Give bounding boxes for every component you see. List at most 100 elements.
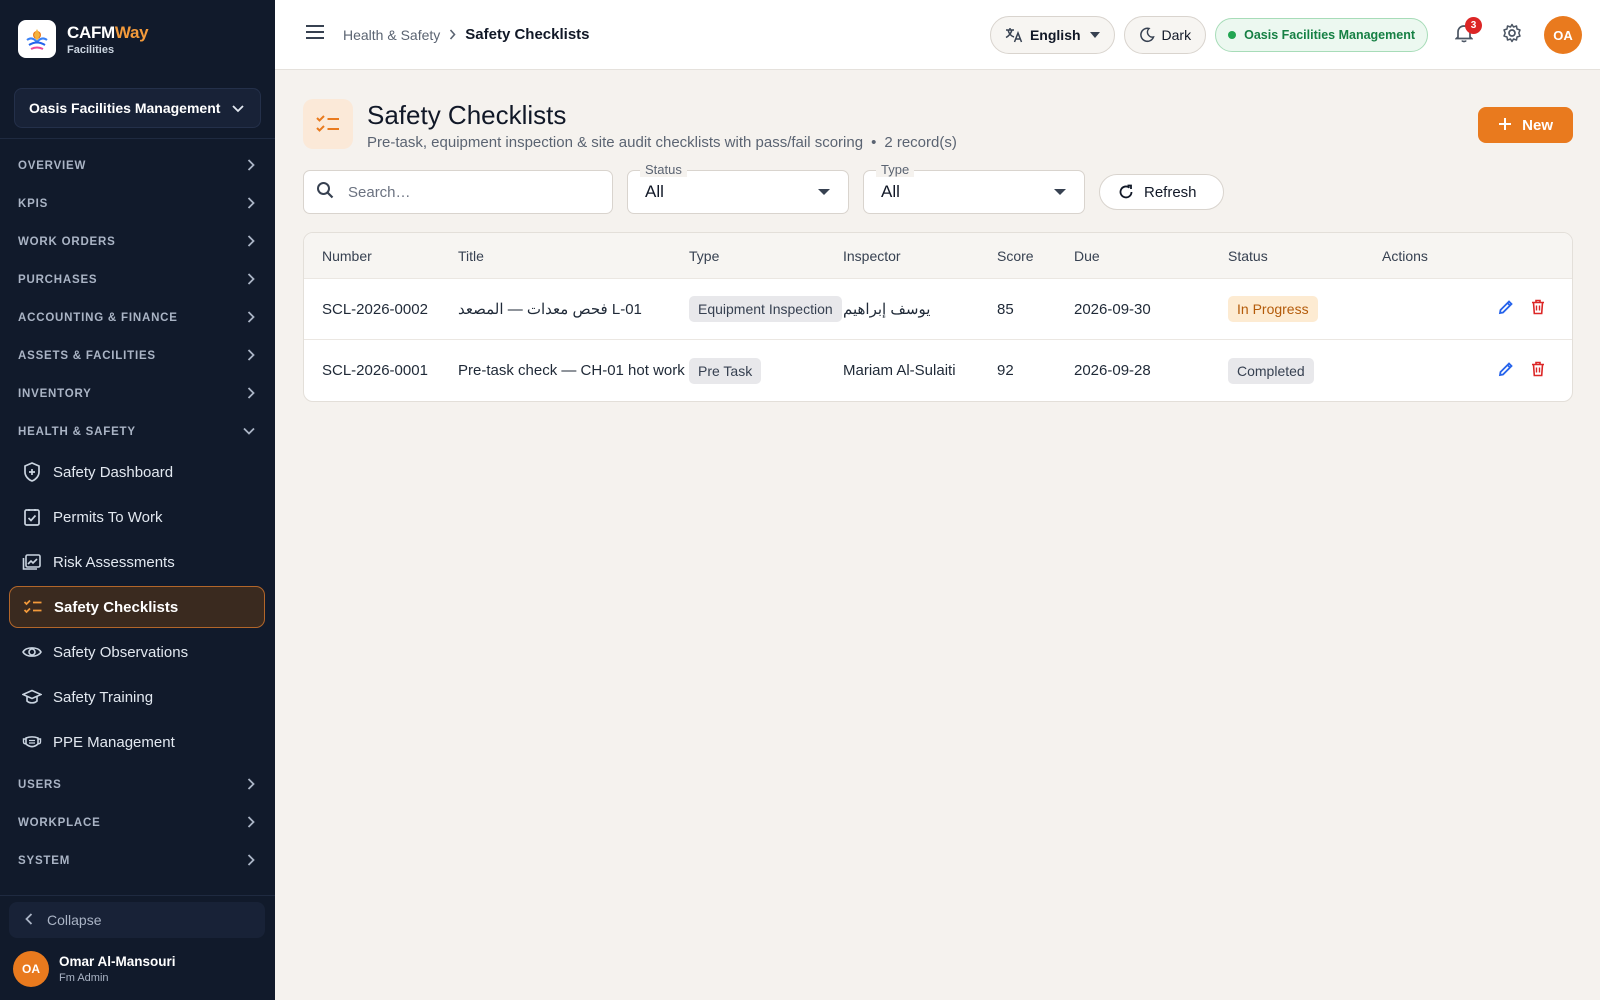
cell-title: Pre-task check — CH-01 hot work bbox=[458, 362, 685, 379]
page-subtitle: Pre-task, equipment inspection & site au… bbox=[367, 134, 957, 151]
translate-icon bbox=[1005, 27, 1023, 43]
chevron-right-icon bbox=[247, 196, 255, 212]
nav-section-health-safety[interactable]: HEALTH & SAFETY bbox=[0, 413, 275, 451]
cell-due: 2026-09-28 bbox=[1074, 362, 1151, 379]
breadcrumb: Health & Safety Safety Checklists bbox=[343, 26, 590, 43]
status-filter-label: Status bbox=[640, 162, 687, 177]
checkbox-clipboard-icon bbox=[21, 506, 43, 528]
cell-type: Equipment Inspection bbox=[689, 296, 843, 322]
type-filter-select[interactable]: Type All bbox=[863, 162, 1085, 214]
org-selector[interactable]: Oasis Facilities Management bbox=[14, 88, 261, 128]
checklist-icon bbox=[22, 596, 44, 618]
nav-section-assets-facilities[interactable]: ASSETS & FACILITIES bbox=[0, 337, 275, 375]
delete-button[interactable] bbox=[1526, 359, 1550, 383]
sidebar-item-safety-training[interactable]: Safety Training bbox=[9, 676, 265, 718]
collapse-button[interactable]: Collapse bbox=[9, 902, 265, 938]
topbar: Health & Safety Safety Checklists Englis… bbox=[275, 0, 1600, 70]
theme-toggle[interactable]: Dark bbox=[1123, 16, 1207, 54]
notification-count-badge: 3 bbox=[1465, 17, 1482, 34]
search-field[interactable] bbox=[303, 170, 613, 214]
status-dot-icon bbox=[1228, 31, 1237, 39]
chevron-right-icon bbox=[247, 853, 255, 869]
page-header: Safety Checklists Pre-task, equipment in… bbox=[303, 70, 1573, 170]
nav-section-label: WORK ORDERS bbox=[18, 236, 116, 248]
org-status-label: Oasis Facilities Management bbox=[1244, 28, 1415, 42]
nav-section-inventory[interactable]: INVENTORY bbox=[0, 375, 275, 413]
caret-down-icon bbox=[1089, 32, 1100, 38]
trash-icon bbox=[1531, 299, 1545, 319]
nav-section-label: ACCOUNTING & FINANCE bbox=[18, 312, 178, 324]
edit-button[interactable] bbox=[1494, 297, 1518, 321]
nav-section-accounting-finance[interactable]: ACCOUNTING & FINANCE bbox=[0, 299, 275, 337]
refresh-button[interactable]: Refresh bbox=[1099, 174, 1224, 210]
filter-bar: Status All Type All Refresh bbox=[303, 162, 1573, 214]
nav-section-label: ASSETS & FACILITIES bbox=[18, 350, 156, 362]
sidebar-item-label: Permits To Work bbox=[53, 508, 163, 526]
nav-section-users[interactable]: USERS bbox=[0, 766, 275, 804]
status-filter-select[interactable]: Status All bbox=[627, 162, 849, 214]
type-filter-label: Type bbox=[876, 162, 915, 177]
sidebar-item-ppe-management[interactable]: PPE Management bbox=[9, 721, 265, 763]
sidebar-item-risk-assessments[interactable]: Risk Assessments bbox=[9, 541, 265, 583]
search-icon bbox=[316, 181, 334, 204]
table-row[interactable]: SCL-2026-0002 فحص معدات — المصعد L-01 Eq… bbox=[304, 279, 1572, 340]
refresh-icon bbox=[1118, 184, 1134, 200]
brand[interactable]: CAFMWay Facilities bbox=[0, 0, 275, 78]
breadcrumb-parent[interactable]: Health & Safety bbox=[343, 27, 440, 43]
search-input[interactable] bbox=[348, 183, 588, 201]
column-header-type[interactable]: Type bbox=[689, 248, 843, 264]
nav-section-work-orders[interactable]: WORK ORDERS bbox=[0, 223, 275, 261]
checklist-icon bbox=[303, 99, 353, 149]
avatar[interactable]: OA bbox=[1544, 16, 1582, 54]
column-header-title[interactable]: Title bbox=[458, 248, 689, 264]
sidebar-item-label: PPE Management bbox=[53, 733, 175, 751]
status-filter-value: All bbox=[645, 182, 664, 201]
org-status-badge[interactable]: Oasis Facilities Management bbox=[1215, 18, 1428, 52]
chevron-left-icon bbox=[25, 912, 33, 928]
menu-toggle-button[interactable] bbox=[300, 20, 330, 50]
column-header-status[interactable]: Status bbox=[1228, 248, 1382, 264]
sidebar-item-safety-observations[interactable]: Safety Observations bbox=[9, 631, 265, 673]
new-button[interactable]: New bbox=[1478, 107, 1573, 143]
sidebar-item-safety-dashboard[interactable]: Safety Dashboard bbox=[9, 451, 265, 493]
notifications-button[interactable]: 3 bbox=[1444, 15, 1484, 55]
column-header-score[interactable]: Score bbox=[997, 248, 1074, 264]
brand-name: CAFMWay bbox=[67, 22, 149, 42]
delete-button[interactable] bbox=[1526, 297, 1550, 321]
user-profile[interactable]: OA Omar Al-Mansouri Fm Admin bbox=[0, 938, 275, 1000]
checklists-table: Number Title Type Inspector Score Due St… bbox=[303, 232, 1573, 402]
sidebar-item-permits-to-work[interactable]: Permits To Work bbox=[9, 496, 265, 538]
table-header-row: Number Title Type Inspector Score Due St… bbox=[304, 233, 1572, 279]
cell-title: فحص معدات — المصعد L-01 bbox=[458, 301, 642, 318]
nav-section-kpis[interactable]: KPIS bbox=[0, 185, 275, 223]
settings-button[interactable] bbox=[1492, 15, 1532, 55]
nav-section-overview[interactable]: OVERVIEW bbox=[0, 147, 275, 185]
nav-section-label: PURCHASES bbox=[18, 274, 98, 286]
nav-section-label: SYSTEM bbox=[18, 855, 71, 867]
column-header-number[interactable]: Number bbox=[304, 248, 458, 264]
pencil-icon bbox=[1498, 299, 1514, 319]
page-description: Pre-task, equipment inspection & site au… bbox=[367, 134, 864, 151]
chevron-right-icon bbox=[247, 777, 255, 793]
language-selector[interactable]: English bbox=[989, 16, 1115, 54]
cell-score: 85 bbox=[997, 300, 1014, 318]
caret-down-icon bbox=[818, 189, 830, 195]
edit-button[interactable] bbox=[1494, 359, 1518, 383]
eye-icon bbox=[21, 641, 43, 663]
gear-icon bbox=[1502, 23, 1522, 48]
sidebar: CAFMWay Facilities Oasis Facilities Mana… bbox=[0, 0, 275, 1000]
cell-status: In Progress bbox=[1228, 296, 1382, 322]
nav-section-workplace[interactable]: WORKPLACE bbox=[0, 804, 275, 842]
user-name: Omar Al-Mansouri bbox=[59, 954, 176, 969]
column-header-inspector[interactable]: Inspector bbox=[843, 248, 997, 264]
chevron-right-icon bbox=[449, 27, 456, 43]
sidebar-item-safety-checklists[interactable]: Safety Checklists bbox=[9, 586, 265, 628]
table-row[interactable]: SCL-2026-0001 Pre-task check — CH-01 hot… bbox=[304, 340, 1572, 401]
column-header-actions: Actions bbox=[1382, 247, 1428, 264]
sidebar-item-label: Safety Observations bbox=[53, 643, 189, 661]
nav-section-system[interactable]: SYSTEM bbox=[0, 842, 275, 880]
chevron-right-icon bbox=[247, 348, 255, 364]
column-header-due[interactable]: Due bbox=[1074, 248, 1228, 264]
nav-section-purchases[interactable]: PURCHASES bbox=[0, 261, 275, 299]
sidebar-item-label: Risk Assessments bbox=[53, 553, 175, 571]
